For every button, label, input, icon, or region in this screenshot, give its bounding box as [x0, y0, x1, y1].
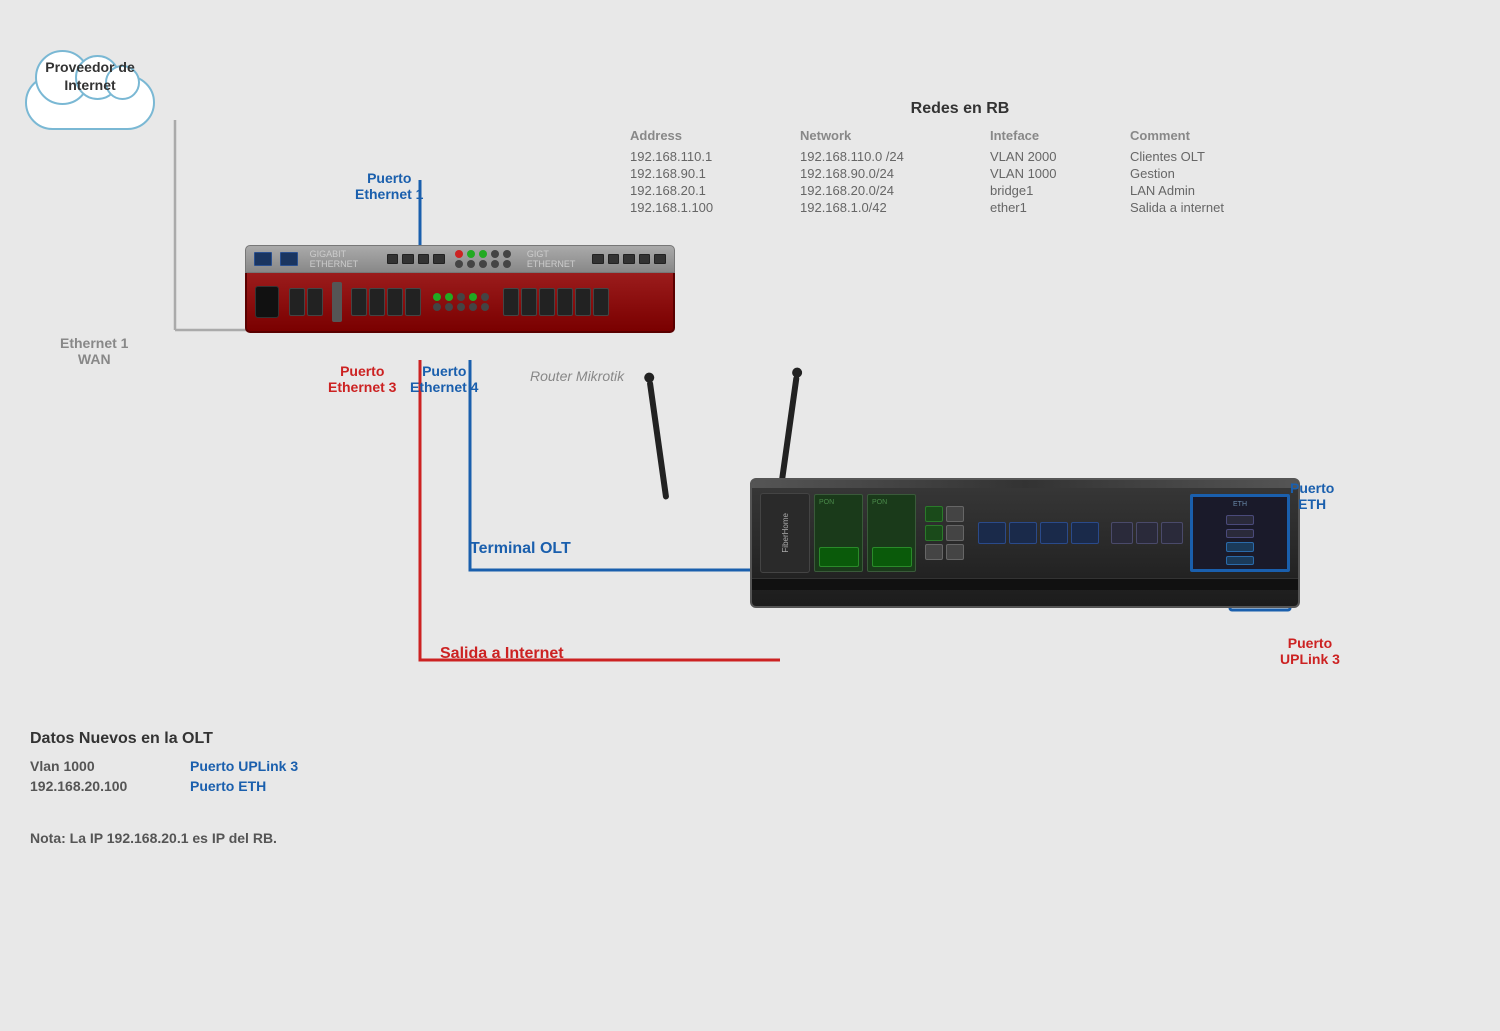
col-inteface-header: Inteface — [990, 128, 1120, 143]
puerto-uplink-label: Puerto UPLink 3 — [1280, 635, 1340, 667]
datos-nuevos-olt: Datos Nuevos en la OLT Vlan 1000 Puerto … — [30, 730, 390, 794]
row2-inteface: VLAN 1000 — [990, 166, 1120, 181]
terminal-olt-label: Terminal OLT — [470, 540, 571, 558]
nota-label: Nota: La IP 192.168.20.1 es IP del RB. — [30, 830, 277, 846]
row1-address: 192.168.110.1 — [630, 149, 790, 164]
datos-row2-val: Puerto ETH — [190, 778, 390, 794]
ethernet-wan-label: Ethernet 1 WAN — [60, 335, 128, 367]
puerto-eth-label: Puerto ETH — [1290, 480, 1334, 512]
datos-nuevos-title: Datos Nuevos en la OLT — [30, 730, 390, 748]
router-mikrotik: GIGABIT ETHERNET GIGT ETHERNET — [245, 245, 675, 355]
row3-comment: LAN Admin — [1130, 183, 1290, 198]
row4-network: 192.168.1.0/42 — [800, 200, 980, 215]
row3-address: 192.168.20.1 — [630, 183, 790, 198]
antenna-left-icon — [647, 380, 670, 500]
salida-internet-label: Salida a Internet — [440, 645, 564, 663]
row1-network: 192.168.110.0 /24 — [800, 149, 980, 164]
puerto-eth1-label: Puerto Ethernet 1 — [355, 170, 423, 202]
puerto-eth4-label: Puerto Ethernet 4 — [410, 363, 478, 395]
router-top-panel: GIGABIT ETHERNET GIGT ETHERNET — [245, 245, 675, 273]
router-body — [245, 273, 675, 333]
redes-rb-grid: Address Network Inteface Comment 192.168… — [630, 128, 1290, 215]
puerto-eth3-label: Puerto Ethernet 3 — [328, 363, 396, 395]
row2-network: 192.168.90.0/24 — [800, 166, 980, 181]
row1-inteface: VLAN 2000 — [990, 149, 1120, 164]
redes-rb-table: Redes en RB Address Network Inteface Com… — [630, 100, 1290, 215]
redes-rb-title: Redes en RB — [630, 100, 1290, 118]
datos-nuevos-grid: Vlan 1000 Puerto UPLink 3 192.168.20.100… — [30, 758, 390, 794]
row4-inteface: ether1 — [990, 200, 1120, 215]
olt-terminal: FiberHome PON PON — [750, 478, 1310, 618]
datos-row1-val: Puerto UPLink 3 — [190, 758, 390, 774]
row4-comment: Salida a internet — [1130, 200, 1290, 215]
row2-comment: Gestion — [1130, 166, 1290, 181]
row1-comment: Clientes OLT — [1130, 149, 1290, 164]
main-canvas: Proveedor de Internet Ethernet 1 WAN Pue… — [0, 0, 1500, 1031]
olt-eth-ports: ETH — [1190, 494, 1290, 572]
row4-address: 192.168.1.100 — [630, 200, 790, 215]
datos-row1-key: Vlan 1000 — [30, 758, 190, 774]
col-comment-header: Comment — [1130, 128, 1290, 143]
router-mikrotik-label: Router Mikrotik — [530, 368, 624, 386]
col-network-header: Network — [800, 128, 980, 143]
row3-inteface: bridge1 — [990, 183, 1120, 198]
datos-row2-key: 192.168.20.100 — [30, 778, 190, 794]
internet-provider-cloud: Proveedor de Internet — [20, 30, 180, 140]
col-address-header: Address — [630, 128, 790, 143]
cloud-label: Proveedor de Internet — [20, 58, 160, 94]
row3-network: 192.168.20.0/24 — [800, 183, 980, 198]
row2-address: 192.168.90.1 — [630, 166, 790, 181]
